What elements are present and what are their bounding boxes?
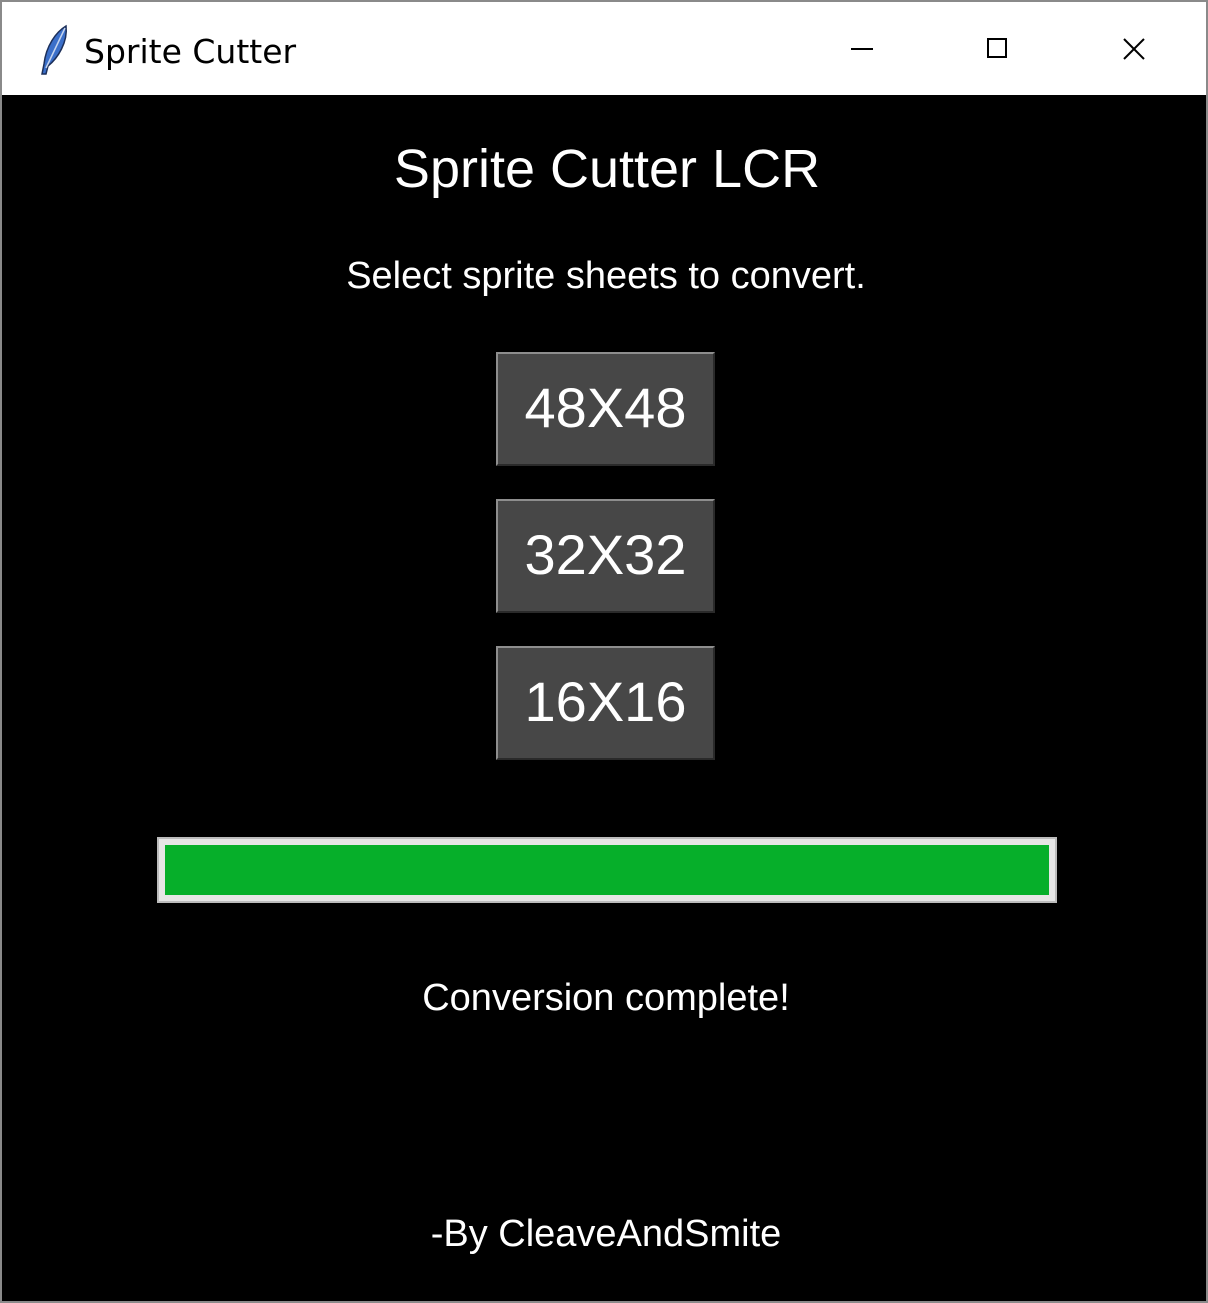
author-credit: -By CleaveAndSmite [430,1213,782,1255]
app-heading: Sprite Cutter LCR [393,139,821,199]
feather-icon [36,24,72,76]
maximize-button[interactable] [930,2,1066,95]
close-icon [1123,37,1145,60]
window-title: Sprite Cutter [84,32,297,71]
minimize-icon [851,47,873,50]
minimize-button[interactable] [794,2,930,95]
size-32-button[interactable]: 32X32 [496,499,715,613]
maximize-icon [987,37,1007,58]
app-window: Sprite Cutter Sprite Cutter LCR Select s… [0,0,1208,1303]
status-text: Conversion complete! [422,977,790,1019]
progress-fill [165,845,1049,895]
size-48-button[interactable]: 48X48 [496,352,715,466]
progress-bar [157,837,1057,903]
title-bar[interactable]: Sprite Cutter [2,2,1206,95]
main-content: Sprite Cutter LCR Select sprite sheets t… [2,95,1206,1301]
instruction-text: Select sprite sheets to convert. [346,255,866,297]
size-16-button[interactable]: 16X16 [496,646,715,760]
close-button[interactable] [1066,2,1202,95]
